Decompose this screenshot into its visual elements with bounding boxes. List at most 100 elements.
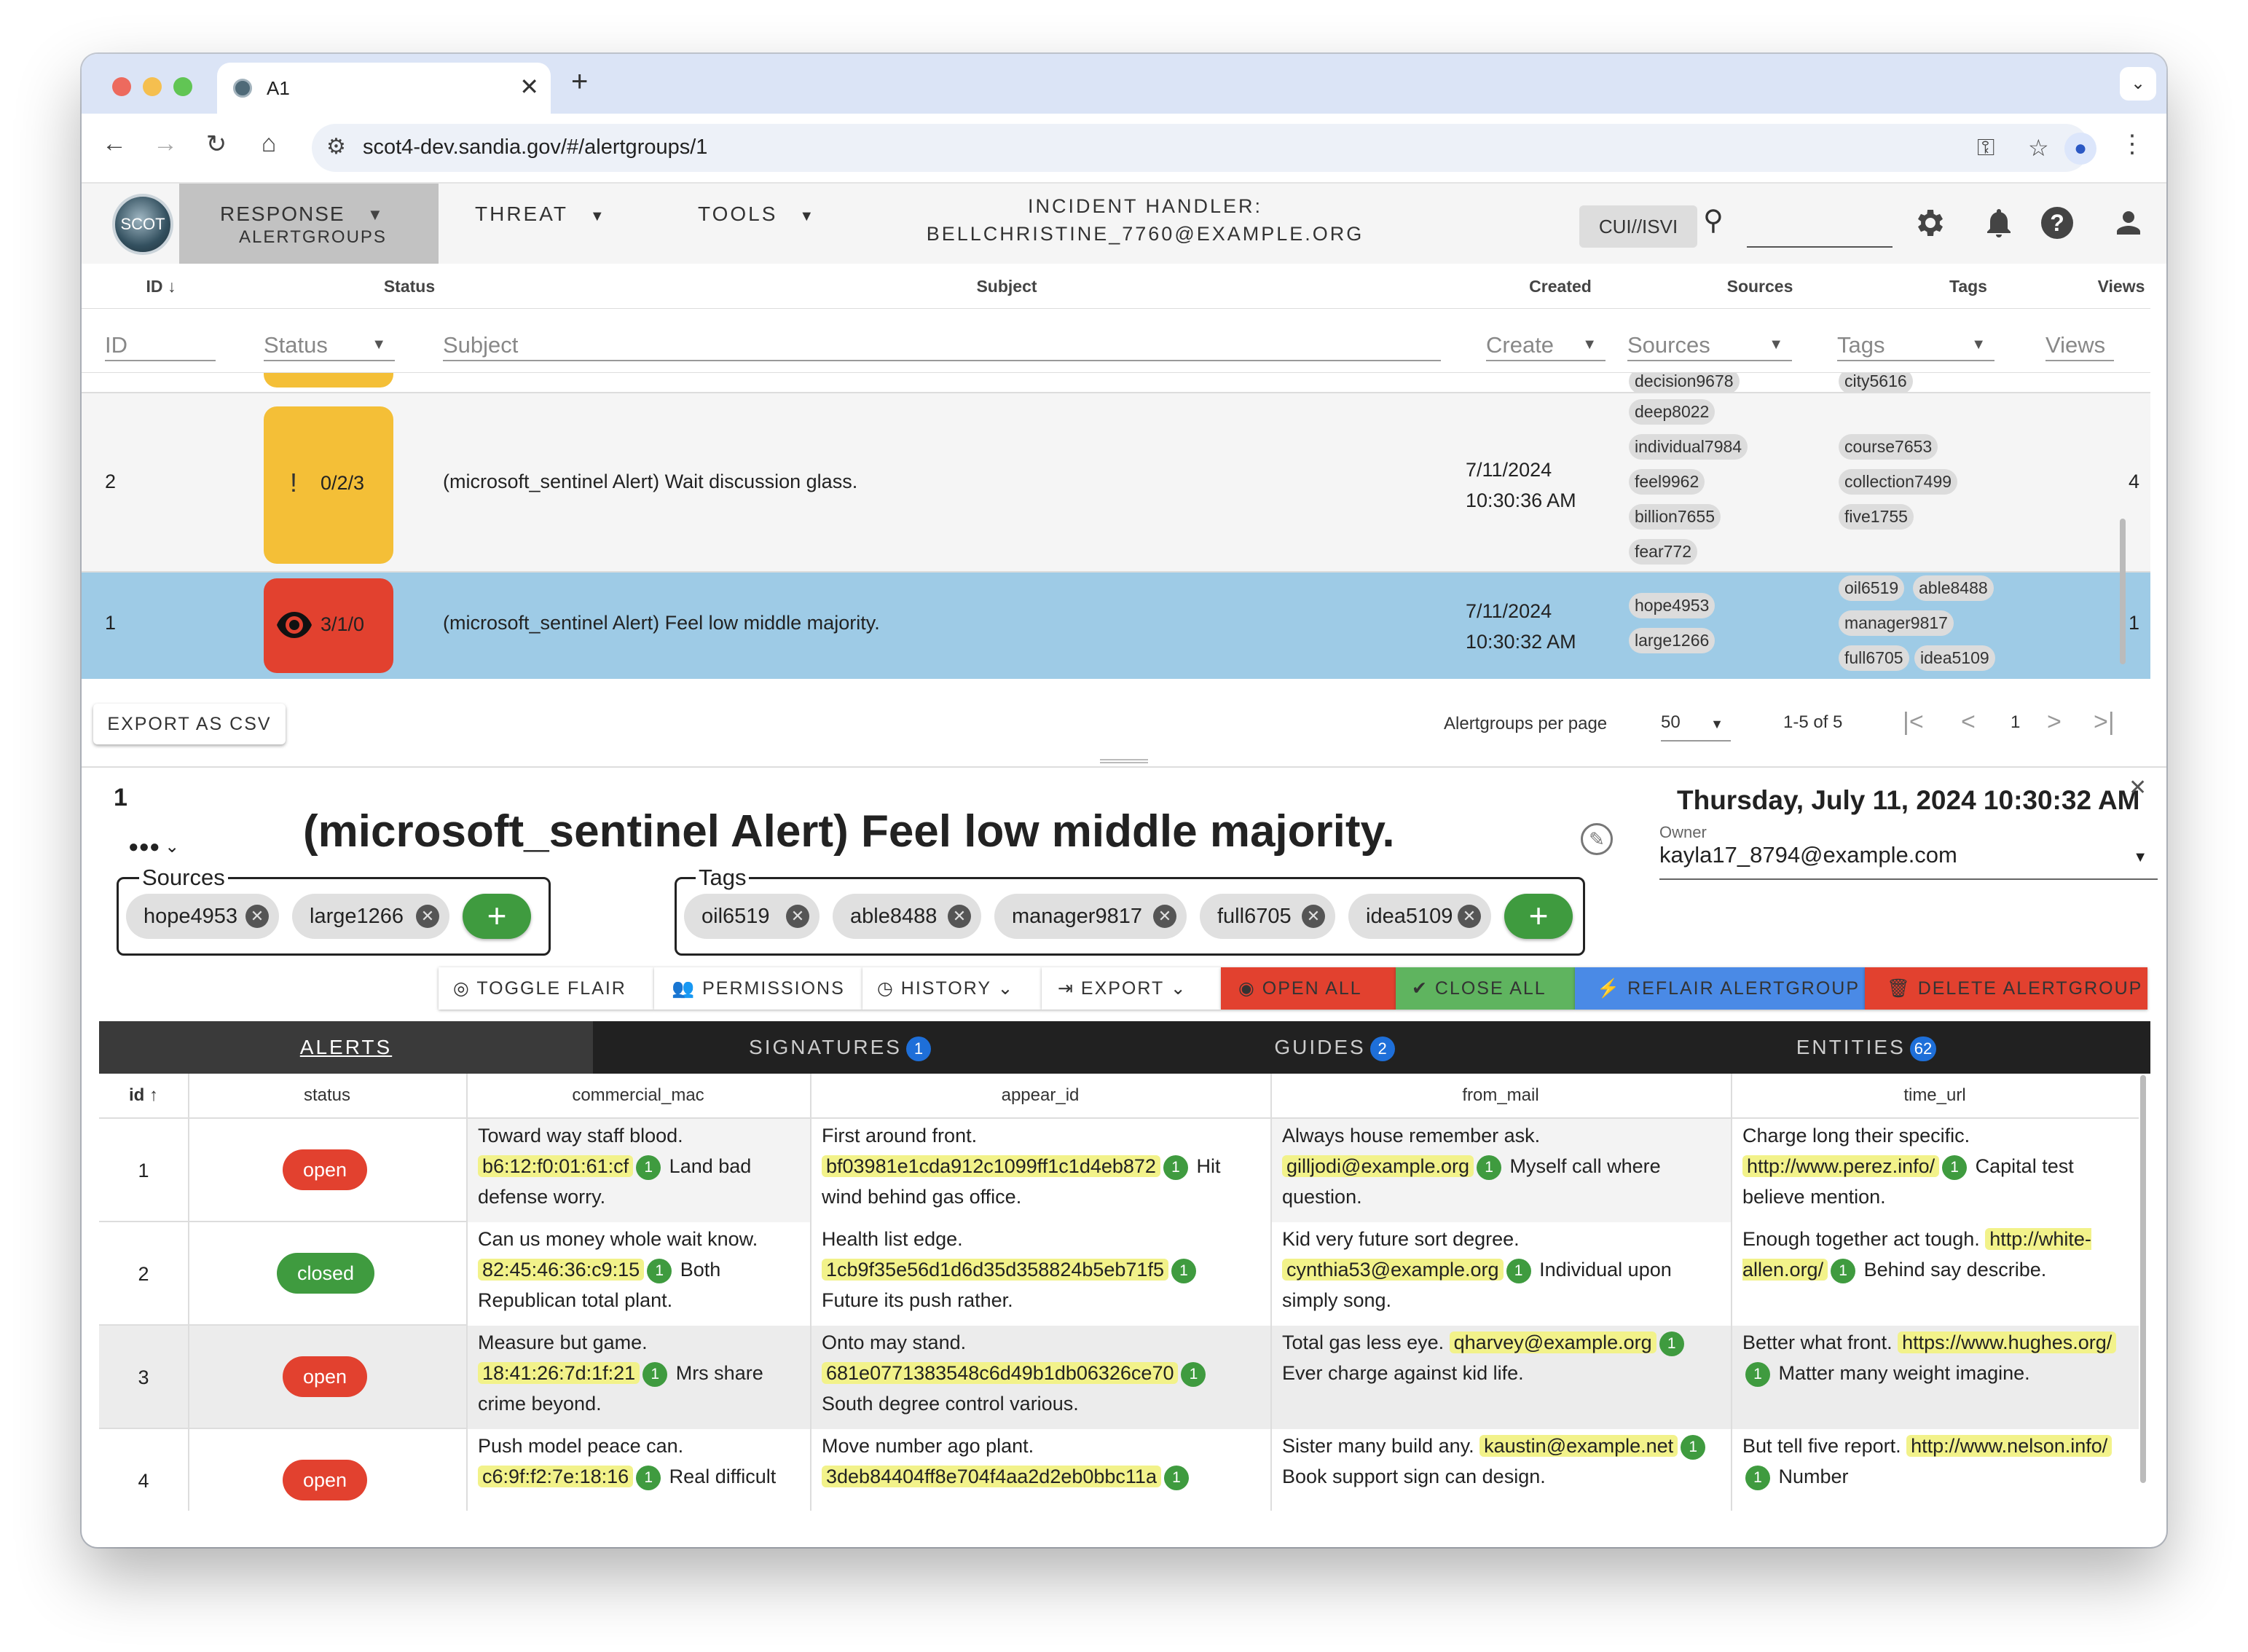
- per-page-select[interactable]: 50 ▼: [1661, 704, 1731, 742]
- flair-entity[interactable]: kaustin@example.net: [1479, 1435, 1678, 1457]
- reflair-button[interactable]: ⚡ REFLAIR ALERTGROUP: [1575, 967, 1865, 1010]
- flair-entity[interactable]: 82:45:46:36:c9:15: [478, 1259, 645, 1281]
- first-page-icon[interactable]: |<: [1903, 708, 1924, 736]
- tag-pill[interactable]: five1755: [1839, 504, 1914, 530]
- forward-icon[interactable]: →: [147, 130, 184, 158]
- close-tab-icon[interactable]: ✕: [519, 73, 539, 101]
- filter-created-select[interactable]: Create ▼: [1486, 325, 1606, 361]
- remove-chip-icon[interactable]: ✕: [1153, 905, 1176, 928]
- prev-page-icon[interactable]: <: [1961, 708, 1976, 736]
- flair-entity[interactable]: 1cb9f35e56d1d6d35d358824b5eb71f5: [822, 1259, 1168, 1281]
- remove-chip-icon[interactable]: ✕: [1302, 905, 1325, 928]
- edit-subject-icon[interactable]: ✎: [1581, 823, 1613, 855]
- add-tag-button[interactable]: +: [1504, 894, 1573, 939]
- profile-avatar-icon[interactable]: ●: [2064, 133, 2096, 165]
- source-pill[interactable]: hope4953: [1629, 593, 1716, 618]
- tag-pill[interactable]: able8488: [1913, 575, 1994, 601]
- tag-pill[interactable]: oil6519: [1839, 575, 1905, 601]
- tag-pill[interactable]: manager9817: [1839, 610, 1954, 636]
- home-icon[interactable]: ⌂: [251, 130, 287, 158]
- source-pill[interactable]: feel9962: [1629, 469, 1705, 495]
- col-header-subject[interactable]: Subject: [941, 277, 1072, 296]
- resize-grip[interactable]: [1100, 759, 1148, 763]
- status-badge[interactable]: open: [283, 1149, 367, 1190]
- col-header-created[interactable]: Created: [1495, 277, 1626, 296]
- tag-chip[interactable]: full6705 ✕: [1200, 894, 1335, 939]
- filter-tags-select[interactable]: Tags ▼: [1837, 325, 1994, 361]
- close-window-button[interactable]: [112, 77, 131, 96]
- export-csv-button[interactable]: EXPORT AS CSV: [93, 704, 286, 744]
- browser-menu-icon[interactable]: ⋮: [2120, 130, 2145, 159]
- table-row[interactable]: 1 open Toward way staff blood. b6:12:f0:01…: [99, 1119, 2139, 1222]
- flair-entity[interactable]: c6:9f:f2:7e:18:16: [478, 1466, 634, 1487]
- notifications-bell-icon[interactable]: [1981, 205, 2016, 240]
- new-tab-icon[interactable]: +: [571, 66, 588, 98]
- maximize-window-button[interactable]: [173, 77, 192, 96]
- last-page-icon[interactable]: >|: [2094, 708, 2115, 736]
- toggle-flair-button[interactable]: ◎ TOGGLE FLAIR: [439, 967, 654, 1010]
- permissions-button[interactable]: 👥 PERMISSIONS: [654, 967, 862, 1010]
- help-icon[interactable]: ?: [2041, 207, 2073, 239]
- history-button[interactable]: ◷ HISTORY ⌄: [862, 967, 1042, 1010]
- status-badge[interactable]: closed: [277, 1253, 374, 1294]
- password-key-icon[interactable]: ⚿: [1977, 134, 1994, 162]
- row-subject[interactable]: (microsoft_sentinel Alert) Feel low midd…: [443, 612, 880, 634]
- tab-search-icon[interactable]: ⌄: [2120, 67, 2156, 101]
- col-header-views[interactable]: Views: [2070, 277, 2166, 296]
- col-header-status[interactable]: status: [188, 1085, 466, 1106]
- flair-entity[interactable]: http://www.perez.info/: [1742, 1155, 1940, 1177]
- status-open-box[interactable]: 3/1/0: [264, 578, 393, 673]
- flair-entity[interactable]: b6:12:f0:01:61:cf: [478, 1155, 634, 1177]
- status-badge[interactable]: open: [283, 1460, 367, 1500]
- threat-menu[interactable]: THREAT ▼: [475, 202, 607, 226]
- minimize-window-button[interactable]: [143, 77, 162, 96]
- col-header-id[interactable]: ID ↓: [135, 277, 186, 296]
- col-header-sources[interactable]: Sources: [1694, 277, 1825, 296]
- next-page-icon[interactable]: >: [2047, 708, 2062, 736]
- site-settings-icon[interactable]: ⚙: [326, 134, 346, 160]
- tab-alerts[interactable]: ALERTS: [99, 1021, 593, 1074]
- status-badge[interactable]: open: [283, 1356, 367, 1397]
- filter-id-input[interactable]: ID: [105, 325, 216, 361]
- flair-entity[interactable]: 18:41:26:7d:1f:21: [478, 1362, 640, 1384]
- table-row[interactable]: 3 open Measure but game. 18:41:26:7d:1f:21…: [99, 1326, 2139, 1429]
- remove-chip-icon[interactable]: ✕: [948, 905, 971, 928]
- flair-entity[interactable]: 3deb84404ff8e704f4aa2d2eb0bbc11a: [822, 1466, 1161, 1487]
- list-scrollbar[interactable]: [2120, 519, 2126, 664]
- remove-chip-icon[interactable]: ✕: [245, 905, 269, 928]
- open-all-button[interactable]: ◉ OPEN ALL: [1221, 967, 1396, 1010]
- flair-entity[interactable]: bf03981e1cda912c1099ff1c1d4eb872: [822, 1155, 1160, 1177]
- filter-views-input[interactable]: Views: [2045, 325, 2114, 361]
- search-input[interactable]: [1747, 207, 1893, 248]
- filter-sources-select[interactable]: Sources ▼: [1627, 325, 1792, 361]
- source-chip[interactable]: large1266 ✕: [292, 894, 449, 939]
- remove-chip-icon[interactable]: ✕: [786, 905, 809, 928]
- source-pill[interactable]: fear772: [1629, 539, 1698, 565]
- source-pill[interactable]: billion7655: [1629, 504, 1721, 530]
- search-icon[interactable]: ⚲: [1703, 204, 1724, 237]
- source-pill[interactable]: individual7984: [1629, 434, 1748, 460]
- source-pill[interactable]: large1266: [1629, 628, 1716, 653]
- settings-gear-icon[interactable]: [1911, 205, 1946, 240]
- remove-chip-icon[interactable]: ✕: [1458, 905, 1481, 928]
- col-header-id[interactable]: id ↑: [99, 1085, 188, 1106]
- flair-entity[interactable]: qharvey@example.org: [1449, 1332, 1656, 1353]
- delete-button[interactable]: 🗑 DELETE ALERTGROUP: [1865, 967, 2147, 1010]
- row-subject[interactable]: (microsoft_sentinel Alert) Wait discussi…: [443, 471, 857, 493]
- flair-entity[interactable]: cynthia53@example.org: [1282, 1259, 1504, 1281]
- table-row[interactable]: 4 open Push model peace can. c6:9f:f2:7e:1…: [99, 1429, 2139, 1511]
- source-pill[interactable]: deep8022: [1629, 399, 1716, 425]
- source-chip[interactable]: hope4953 ✕: [126, 894, 279, 939]
- remove-chip-icon[interactable]: ✕: [416, 905, 439, 928]
- flair-toggle-dots[interactable]: ●●● ⌄: [128, 836, 179, 857]
- col-header-from-mail[interactable]: from_mail: [1270, 1085, 1731, 1106]
- col-header-appear-id[interactable]: appear_id: [810, 1085, 1270, 1106]
- tag-chip[interactable]: idea5109 ✕: [1348, 894, 1491, 939]
- tag-pill[interactable]: city5616: [1839, 373, 1913, 392]
- account-person-icon[interactable]: [2111, 205, 2146, 240]
- col-header-status[interactable]: Status: [344, 277, 475, 296]
- back-icon[interactable]: ←: [96, 130, 133, 158]
- table-row[interactable]: 2 ! 0/2/3 (microsoft_sentinel Alert) Wai…: [82, 393, 2150, 573]
- partial-table-row[interactable]: decision9678 city5616: [82, 373, 2150, 393]
- col-header-commercial-mac[interactable]: commercial_mac: [466, 1085, 810, 1106]
